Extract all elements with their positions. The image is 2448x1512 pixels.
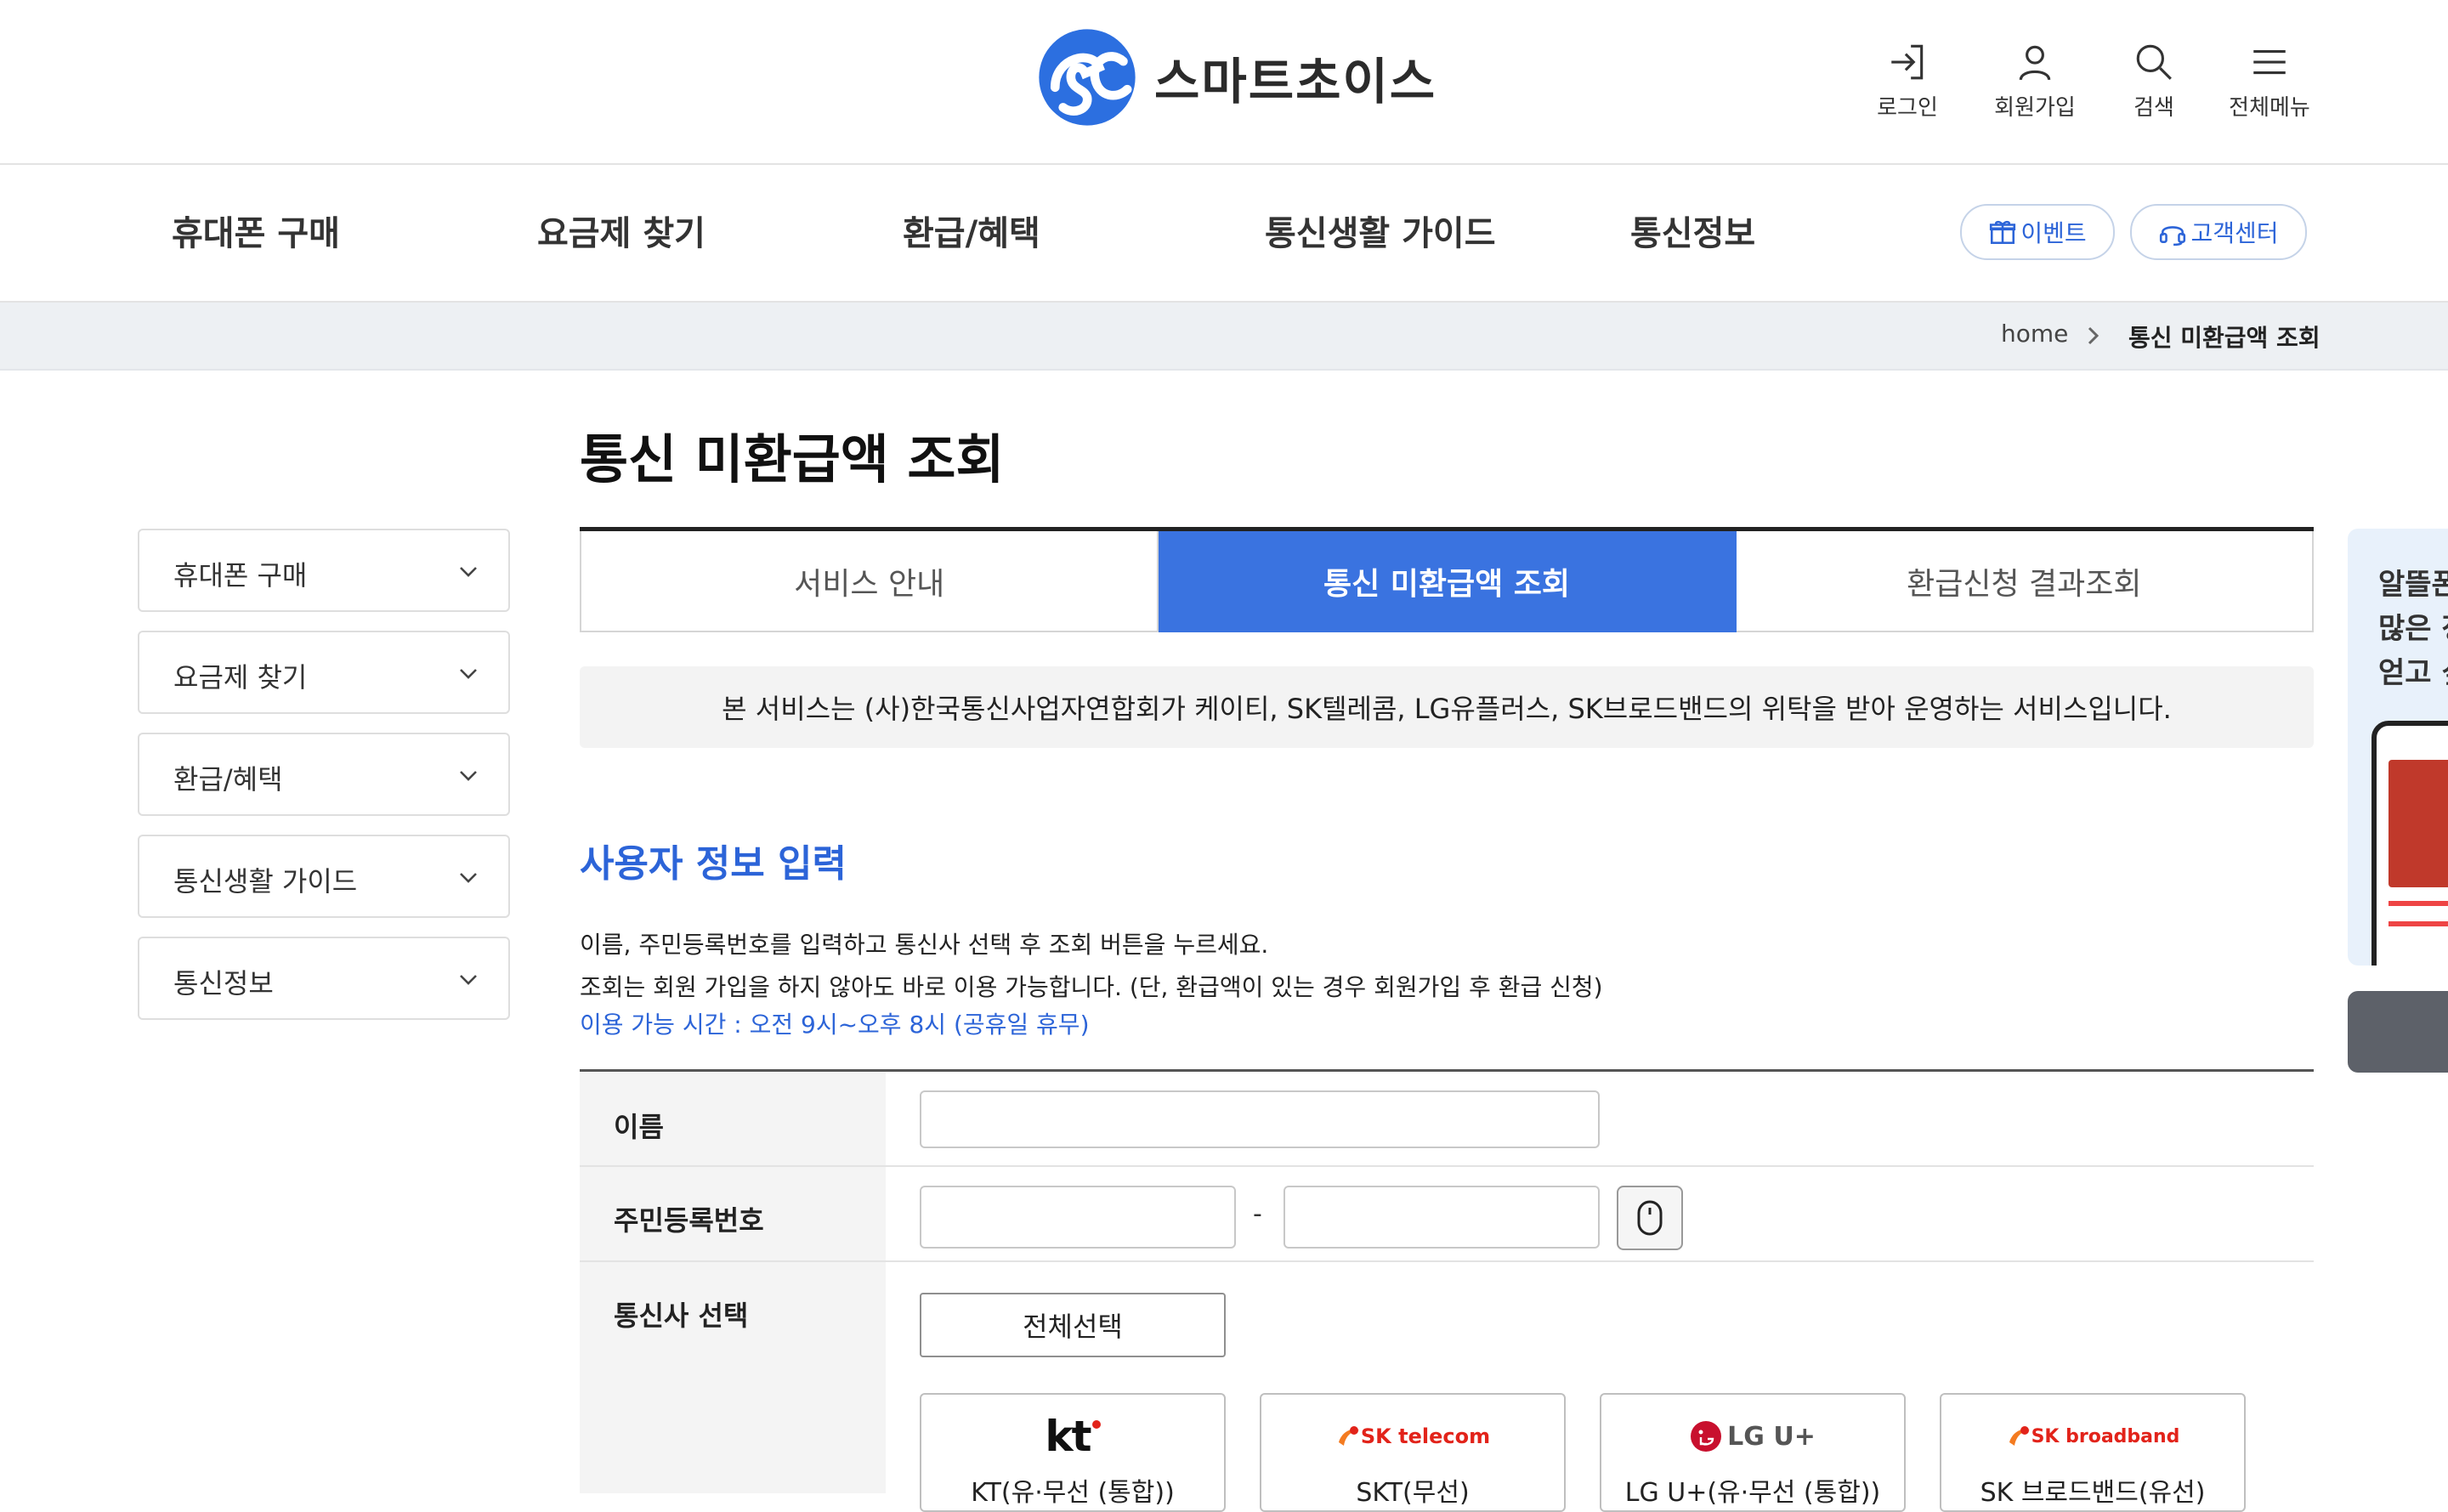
sk-wing-icon [2009, 1426, 2030, 1446]
brand-name: 스마트초이스 [1154, 53, 1437, 110]
kt-logo: kt [921, 1407, 1224, 1466]
carrier-option-kt[interactable]: kt KT(유·무선 (통합)) [920, 1393, 1226, 1512]
name-input[interactable] [920, 1090, 1600, 1148]
side-item-label: 요금제 찾기 [173, 661, 308, 694]
select-all-button[interactable]: 전체선택 [920, 1293, 1226, 1357]
side-item-label: 환급/혜택 [173, 763, 283, 796]
floating-button[interactable] [2348, 991, 2448, 1073]
gnb-item-guide[interactable]: 통신생활 가이드 [1265, 206, 1496, 255]
banner-line: 얻고 싶 [2378, 656, 2448, 690]
global-nav: 휴대폰 구매 요금제 찾기 환급/혜택 통신생활 가이드 통신정보 이벤트 고객… [0, 165, 2448, 303]
breadcrumb-current: 통신 미환급액 조회 [2128, 324, 2320, 352]
service-hours: 이용 가능 시간 : 오전 9시~오후 8시 (공휴일 휴무) [580, 1011, 1090, 1039]
event-button[interactable]: 이벤트 [1960, 204, 2115, 260]
carrier-option-skb[interactable]: SK broadband SK 브로드밴드(유선) [1940, 1393, 2246, 1512]
chevron-down-icon [460, 771, 477, 781]
lg-uplus-logo: LG U+ [1601, 1407, 1904, 1466]
side-item-label: 휴대폰 구매 [173, 559, 308, 592]
name-label: 이름 [614, 1111, 664, 1143]
row-divider [580, 1260, 2314, 1262]
chevron-right-icon [2088, 326, 2100, 345]
user-icon [2019, 45, 2051, 81]
carrier-option-skt[interactable]: SK telecom SKT(무선) [1260, 1393, 1566, 1512]
login-link[interactable]: 로그인 [1856, 41, 1958, 122]
site-header: 스마트초이스 로그인 회원가입 검색 전체메뉴 [0, 0, 2448, 165]
row-divider [580, 1165, 2314, 1167]
side-item-info[interactable]: 통신정보 [138, 937, 510, 1020]
carrier-option-lgu[interactable]: LG U+ LG U+(유·무선 (통합)) [1600, 1393, 1906, 1512]
side-item-phone[interactable]: 휴대폰 구매 [138, 529, 510, 612]
tab-result-lookup[interactable]: 환급신청 결과조회 [1736, 531, 2314, 632]
rrn-label: 주민등록번호 [614, 1204, 764, 1237]
side-item-plans[interactable]: 요금제 찾기 [138, 631, 510, 714]
event-label: 이벤트 [2020, 219, 2087, 247]
search-label: 검색 [2134, 95, 2174, 121]
customer-center-label: 고객센터 [2190, 219, 2279, 247]
instruction-text: 이름, 주민등록번호를 입력하고 통신사 선택 후 조회 버튼을 누르세요. [580, 931, 1269, 959]
lg-face-icon [1691, 1421, 1722, 1452]
tab-refund-lookup[interactable]: 통신 미환급액 조회 [1159, 531, 1737, 632]
gnb-item-info[interactable]: 통신정보 [1630, 206, 1755, 255]
side-item-label: 통신정보 [173, 967, 274, 1000]
menu-icon [2253, 49, 2286, 75]
section-title: 사용자 정보 입력 [580, 842, 847, 886]
secure-keypad-button[interactable] [1617, 1186, 1683, 1250]
tab-bar: 서비스 안내 통신 미환급액 조회 환급신청 결과조회 [580, 527, 2314, 632]
gnb-item-phone[interactable]: 휴대폰 구매 [172, 206, 340, 255]
phone-illustration [2372, 721, 2448, 966]
side-item-label: 통신생활 가이드 [173, 865, 358, 898]
banner-line: 알뜰폰 [2378, 568, 2448, 602]
carrier-name: KT(유·무선 (통합)) [971, 1478, 1175, 1508]
gnb-item-plans[interactable]: 요금제 찾기 [537, 206, 706, 255]
chevron-down-icon [460, 669, 477, 679]
page-title: 통신 미환급액 조회 [580, 428, 1005, 490]
breadcrumb: home 통신 미환급액 조회 [0, 303, 2448, 371]
all-menu-link[interactable]: 전체메뉴 [2218, 41, 2320, 122]
user-info-form: 이름 주민등록번호 - 통신사 선택 전체선택 kt KT(유·무선 (통합))… [580, 1069, 2314, 1512]
brand-logo[interactable]: 스마트초이스 [1037, 27, 1436, 127]
gnb-item-refund[interactable]: 환급/혜택 [903, 206, 1040, 255]
search-link[interactable]: 검색 [2103, 41, 2205, 122]
all-menu-label: 전체메뉴 [2229, 95, 2310, 121]
chevron-down-icon [460, 873, 477, 883]
sk-wing-icon [1338, 1426, 1359, 1446]
signup-label: 회원가입 [1994, 95, 2076, 121]
side-banner[interactable]: 알뜰폰 많은 정 얻고 싶 [2348, 529, 2448, 966]
rrn-back-input[interactable] [1284, 1186, 1600, 1249]
carrier-name: SKT(무선) [1356, 1478, 1470, 1508]
carrier-name: SK 브로드밴드(유선) [1980, 1478, 2206, 1508]
brand-logo-mark [1039, 29, 1136, 126]
chevron-down-icon [460, 975, 477, 985]
side-item-refund[interactable]: 환급/혜택 [138, 733, 510, 816]
mouse-icon [1637, 1200, 1663, 1236]
carrier-name: LG U+(유·무선 (통합)) [1624, 1478, 1881, 1508]
sk-broadband-logo: SK broadband [1941, 1407, 2244, 1466]
side-item-guide[interactable]: 통신생활 가이드 [138, 835, 510, 918]
tab-service-guide[interactable]: 서비스 안내 [580, 531, 1159, 632]
carrier-label: 통신사 선택 [614, 1300, 749, 1332]
headset-icon [2160, 226, 2186, 246]
signup-link[interactable]: 회원가입 [1984, 41, 2086, 122]
gift-icon [1990, 220, 2016, 245]
membership-note: 조회는 회원 가입을 하지 않아도 바로 이용 가능합니다. (단, 환급액이 … [580, 973, 1603, 1001]
search-icon [2136, 44, 2172, 80]
login-icon [1891, 44, 1924, 80]
chevron-down-icon [460, 567, 477, 577]
rrn-front-input[interactable] [920, 1186, 1236, 1249]
customer-center-button[interactable]: 고객센터 [2130, 204, 2307, 260]
login-label: 로그인 [1877, 95, 1938, 121]
service-notice: 본 서비스는 (사)한국통신사업자연합회가 케이티, SK텔레콤, LG유플러스… [580, 666, 2314, 748]
banner-line: 많은 정 [2378, 612, 2448, 646]
sk-telecom-logo: SK telecom [1261, 1407, 1564, 1466]
breadcrumb-home[interactable]: home [2001, 320, 2068, 348]
rrn-dash: - [1253, 1199, 1262, 1229]
